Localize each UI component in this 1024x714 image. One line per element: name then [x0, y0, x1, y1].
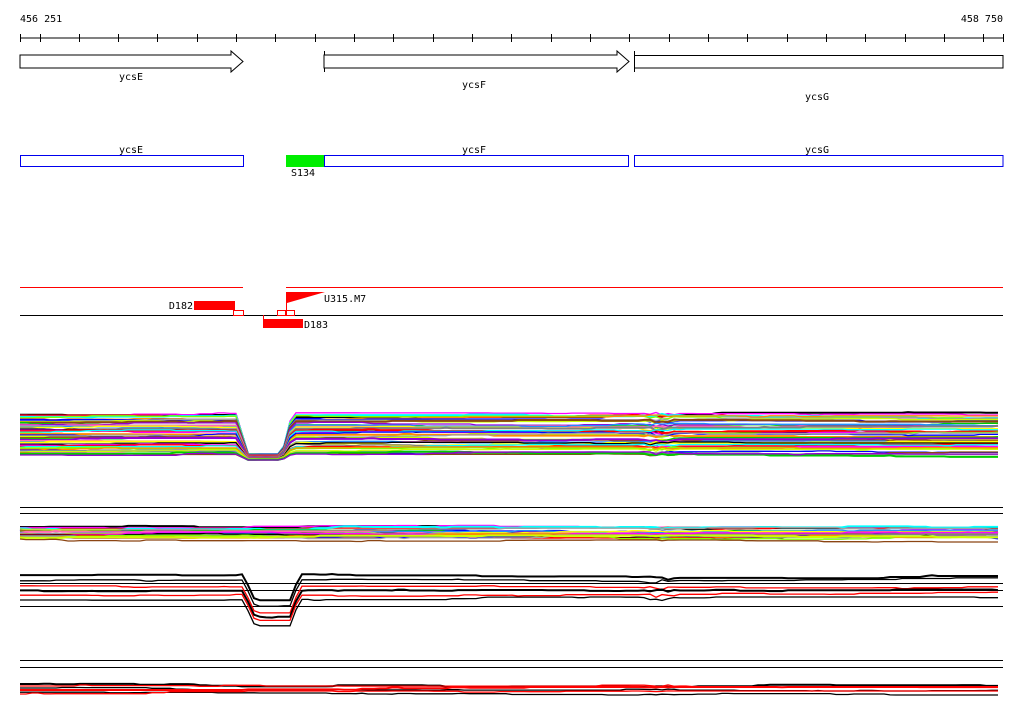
signal-track-summary-1: [20, 572, 1003, 627]
feature-label-D183: D183: [304, 320, 328, 331]
signal-track-multicolor-1: [19, 411, 999, 461]
feature-box-S134[interactable]: [286, 155, 324, 167]
feature-marker-a: [277, 310, 286, 316]
flag-U315-M7[interactable]: [286, 292, 326, 315]
feature-label-D182: D182: [169, 301, 193, 312]
gene-label-ycsE: ycsE: [119, 72, 143, 83]
ruler-end-label: 458 750: [961, 14, 1003, 25]
feature-box-D182[interactable]: [194, 301, 235, 310]
genome-browser-canvas: 456 251 458 750 ycsE ycsF ycsG ycsE ycsF…: [19, 14, 1004, 696]
gene-ycsE[interactable]: [19, 49, 244, 74]
signal-track-summary-2: [20, 682, 998, 696]
feature-box-D183[interactable]: [263, 319, 303, 328]
annotation-box-ycsG[interactable]: [634, 155, 1004, 167]
annotation-label-ycsE: ycsE: [119, 145, 143, 156]
coordinate-ruler: [20, 34, 1004, 42]
ruler-start-label: 456 251: [20, 14, 62, 25]
feature-marker-D182: [233, 310, 244, 316]
signal-line: [20, 596, 998, 627]
annotation-box-ycsE[interactable]: [20, 155, 244, 167]
annotation-box-ycsF[interactable]: [324, 155, 629, 167]
gene-label-ycsF: ycsF: [462, 80, 486, 91]
annotation-label-ycsG: ycsG: [805, 145, 829, 156]
gene-label-ycsG: ycsG: [805, 92, 829, 103]
feature-label-U315-M7: U315.M7: [324, 294, 366, 305]
gene-ycsG[interactable]: [634, 51, 1004, 72]
feature-label-S134: S134: [291, 168, 315, 179]
signal-line: [20, 577, 998, 607]
signal-track-multicolor-2: [19, 524, 999, 543]
gene-ycsF[interactable]: [323, 49, 630, 74]
annotation-label-ycsF: ycsF: [462, 145, 486, 156]
